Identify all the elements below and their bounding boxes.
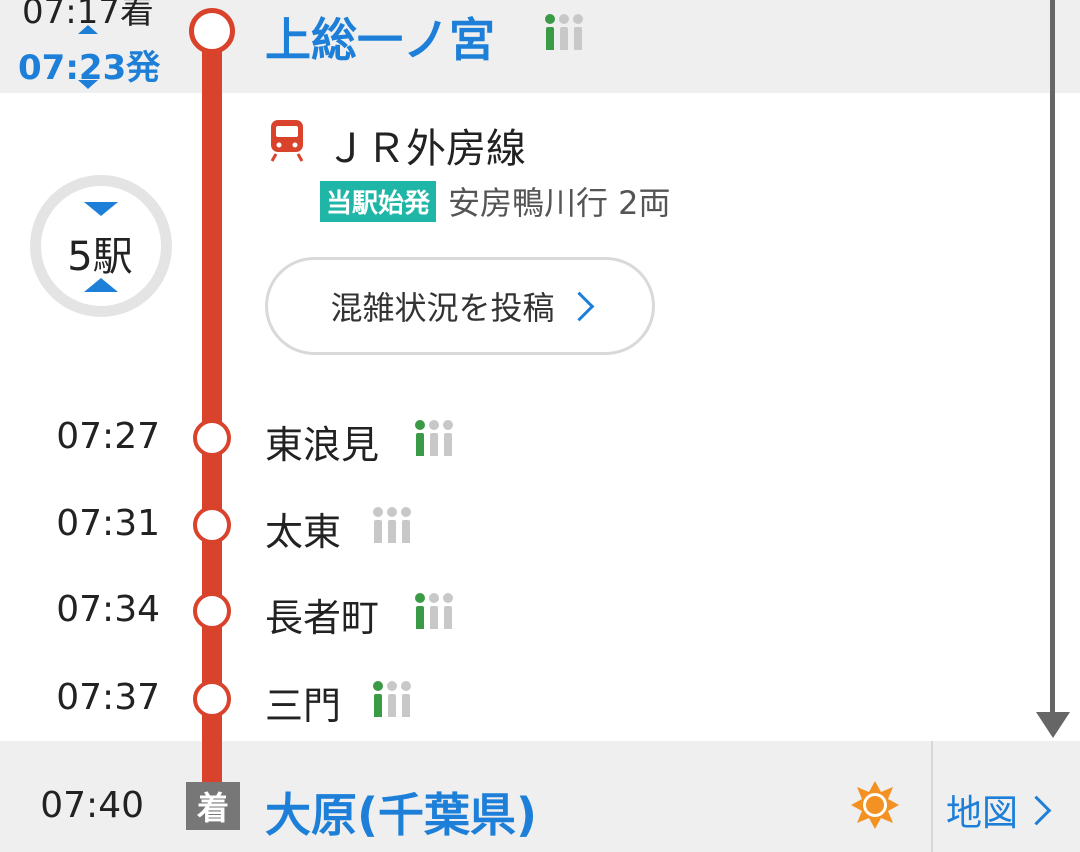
- time-up-icon[interactable]: [78, 25, 98, 34]
- congestion-icon: [415, 593, 453, 629]
- map-link-label: 地図: [946, 793, 1019, 834]
- stop-time: 07:31: [56, 503, 160, 544]
- divider: [931, 741, 933, 852]
- stop-marker: [193, 592, 231, 630]
- map-link[interactable]: 地図: [946, 784, 1052, 836]
- arrival-station-row[interactable]: [0, 741, 1080, 852]
- post-congestion-label: 混雑状況を投稿: [330, 289, 555, 327]
- expand-up-icon: [84, 278, 118, 292]
- train-destination: 安房鴨川行 2両: [448, 184, 671, 222]
- arrival-time: 07:40: [40, 785, 144, 826]
- stop-marker: [193, 506, 231, 544]
- time-down-icon[interactable]: [78, 80, 98, 89]
- station-marker: [189, 8, 235, 54]
- route-line: [202, 22, 222, 782]
- stop-marker: [193, 680, 231, 718]
- stop-name[interactable]: 長者町: [265, 587, 379, 642]
- chevron-right-icon: [1021, 795, 1052, 825]
- origin-badge: 当駅始発: [320, 181, 437, 222]
- stop-count: 5駅: [67, 234, 133, 280]
- departure-station-name[interactable]: 上総一ノ宮: [265, 4, 495, 70]
- arrow-down-icon: [1036, 712, 1070, 738]
- stop-marker: [193, 419, 231, 457]
- sun-icon[interactable]: [850, 780, 900, 830]
- arrival-badge: 着: [186, 782, 240, 830]
- congestion-icon: [545, 14, 583, 50]
- stop-name[interactable]: 三門: [265, 675, 341, 730]
- departure-station-row[interactable]: [0, 0, 1080, 93]
- line-name[interactable]: ＪＲ外房線: [326, 116, 526, 174]
- stop-name[interactable]: 東浪見: [265, 414, 379, 469]
- stop-time: 07:34: [56, 589, 160, 630]
- collapse-down-icon: [84, 202, 118, 216]
- congestion-icon: [373, 507, 411, 543]
- stop-time: 07:37: [56, 677, 160, 718]
- stop-name[interactable]: 太東: [265, 501, 341, 556]
- arrival-station-name[interactable]: 大原(千葉県): [265, 779, 537, 845]
- congestion-icon: [373, 681, 411, 717]
- train-icon: [268, 118, 306, 162]
- stop-time: 07:27: [56, 416, 160, 457]
- chevron-right-icon: [564, 291, 594, 321]
- post-congestion-button[interactable]: 混雑状況を投稿: [265, 257, 655, 355]
- congestion-icon: [415, 420, 453, 456]
- route-progress-rail: [1050, 0, 1055, 716]
